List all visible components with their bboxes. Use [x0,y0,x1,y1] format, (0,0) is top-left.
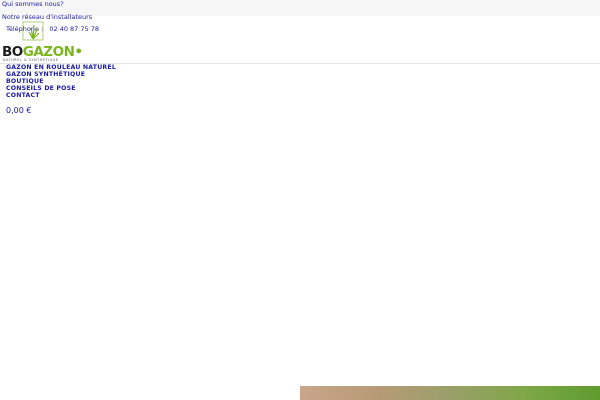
installers-network-link[interactable]: Notre réseau d'installateurs [2,13,92,21]
grass-icon [22,21,44,41]
menu-item-gazon-synthetique[interactable]: GAZON SYNTHÉTIQUE [6,71,116,78]
about-link[interactable]: Qui sommes nous? [2,0,64,8]
main-menu: GAZON EN ROULEAU NATUREL GAZON SYNTHÉTIQ… [6,64,116,99]
menu-item-conseils-de-pose[interactable]: CONSEILS DE POSE [6,85,116,92]
menu-item-gazon-naturel[interactable]: GAZON EN ROULEAU NATUREL [6,64,116,71]
menu-item-contact[interactable]: CONTACT [6,92,116,99]
cart-total[interactable]: 0,00 € [6,106,31,115]
logo-tagline: NATUREL & SYNTHÉTIQUE [3,58,59,62]
logo-dot: • [74,44,83,60]
hero-image-strip [300,386,600,400]
site-logo[interactable]: BOGAZON• NATUREL & SYNTHÉTIQUE [1,21,83,62]
menu-item-boutique[interactable]: BOUTIQUE [6,78,116,85]
